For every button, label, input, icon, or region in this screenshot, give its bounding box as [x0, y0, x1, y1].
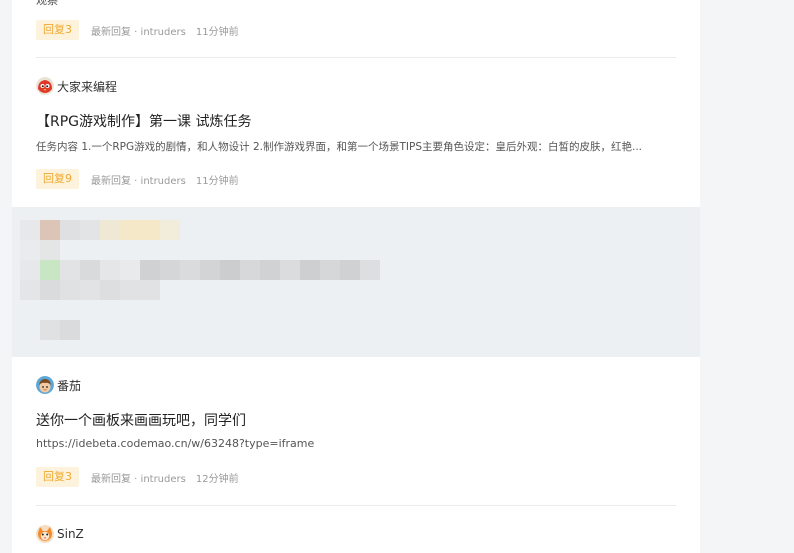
pixel-block [20, 220, 40, 240]
pixel-block [20, 260, 40, 280]
post-divider [36, 57, 676, 58]
author-name[interactable]: 番茄 [57, 377, 81, 394]
pixel-block [160, 220, 180, 240]
post-time: 12分钟前 [195, 473, 239, 485]
pixel-block [320, 260, 340, 280]
pixel-block [60, 320, 80, 340]
pixel-block [120, 220, 160, 240]
pixel-block [60, 220, 80, 240]
post-meta: 回复9 最新回复 · intruders 11分钟前 [36, 169, 239, 189]
pixel-block [160, 260, 180, 280]
pixel-block [40, 220, 60, 240]
pixel-block [40, 280, 60, 300]
pixel-block [60, 260, 80, 280]
author-name[interactable]: SinZ [57, 527, 84, 541]
reply-count-badge[interactable]: 回复3 [36, 20, 79, 40]
pixel-block [220, 260, 240, 280]
cat-avatar-icon[interactable] [36, 525, 54, 543]
pixel-block [20, 240, 40, 260]
pixel-block [200, 260, 220, 280]
last-reply-text: 最新回复 · intruders [91, 473, 186, 485]
post-title[interactable]: 【RPG游戏制作】第一课 试炼任务 [36, 111, 251, 131]
pixel-block [100, 280, 120, 300]
pixel-block [180, 260, 200, 280]
pixel-block [80, 280, 100, 300]
reply-count-badge[interactable]: 回复3 [36, 467, 79, 487]
post-feed: 观察 回复3 最新回复 · intruders 11分钟前 大家来编程 【RPG… [12, 0, 700, 553]
author-name[interactable]: 大家来编程 [57, 78, 117, 95]
post-author[interactable]: 番茄 [36, 375, 81, 395]
pixel-block [100, 260, 120, 280]
boy-avatar-icon[interactable] [36, 376, 54, 394]
pixel-block [40, 240, 60, 260]
post-meta: 回复3 最新回复 · intruders 11分钟前 [36, 20, 239, 40]
red-bird-avatar-icon[interactable] [36, 77, 54, 95]
post-author[interactable]: SinZ [36, 524, 84, 544]
pixel-block [360, 260, 380, 280]
post-author[interactable]: 大家来编程 [36, 76, 117, 96]
pixel-block [120, 260, 140, 280]
post-title[interactable]: 送你一个画板来画画玩吧，同学们 [36, 410, 246, 430]
post-divider [36, 505, 676, 506]
post-time: 11分钟前 [195, 175, 239, 187]
pixel-block [140, 260, 160, 280]
pixel-block [340, 260, 360, 280]
pixel-block [20, 280, 40, 300]
pixel-block [300, 260, 320, 280]
pixel-block [100, 220, 120, 240]
pixel-block [80, 220, 100, 240]
post-meta: 回复3 最新回复 · intruders 12分钟前 [36, 467, 239, 487]
pixel-block [260, 260, 280, 280]
post-time: 11分钟前 [195, 26, 239, 38]
last-reply-text: 最新回复 · intruders [91, 26, 186, 38]
post-summary: 任务内容 1.一个RPG游戏的剧情，和人物设计 2.制作游戏界面，和第一个场景T… [36, 141, 642, 153]
pixel-block [80, 260, 100, 280]
pixelated-post[interactable] [12, 207, 700, 357]
pixel-block [40, 260, 60, 280]
pixel-block [280, 260, 300, 280]
post-summary: 观察 [36, 0, 58, 7]
pixel-block [120, 280, 160, 300]
pixel-block [40, 320, 60, 340]
reply-count-badge[interactable]: 回复9 [36, 169, 79, 189]
pixel-block [60, 280, 80, 300]
last-reply-text: 最新回复 · intruders [91, 175, 186, 187]
pixel-block [240, 260, 260, 280]
post-link[interactable]: https://idebeta.codemao.cn/w/63248?type=… [36, 437, 314, 450]
